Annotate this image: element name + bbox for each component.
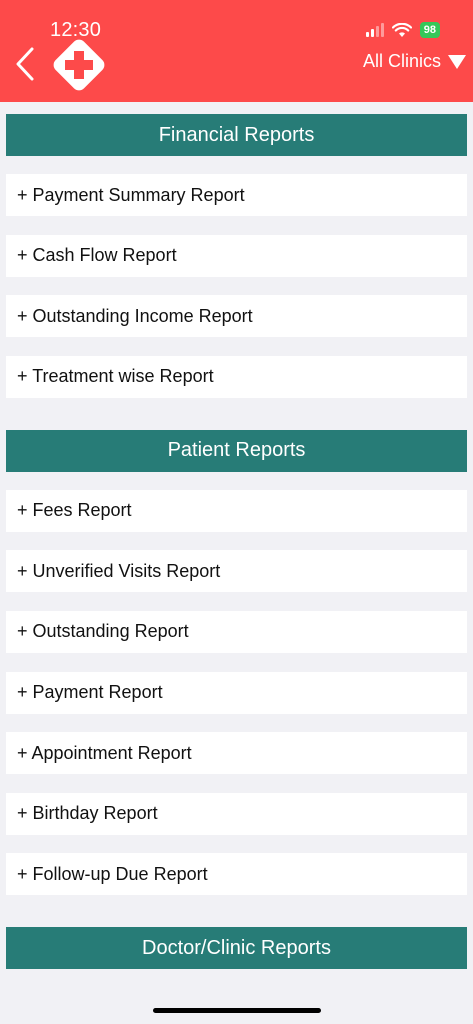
reports-screen: 12:30 98 All Clinics Financial Reports +…	[0, 0, 473, 1024]
home-indicator[interactable]	[153, 1008, 321, 1013]
report-item-outstanding-income[interactable]: + Outstanding Income Report	[6, 295, 467, 338]
report-item-fees[interactable]: + Fees Report	[6, 489, 467, 532]
report-item-unverified-visits[interactable]: + Unverified Visits Report	[6, 550, 467, 593]
section-header-financial[interactable]: Financial Reports	[6, 114, 467, 156]
section-header-patient[interactable]: Patient Reports	[6, 429, 467, 472]
section-divider	[6, 895, 467, 927]
status-indicators: 98	[365, 22, 440, 38]
report-item-follow-up-due[interactable]: + Follow-up Due Report	[6, 853, 467, 896]
report-item-cash-flow[interactable]: + Cash Flow Report	[6, 234, 467, 277]
clinic-selector-dropdown[interactable]: All Clinics	[363, 51, 467, 72]
back-chevron-icon[interactable]	[10, 44, 40, 84]
report-item-payment-summary[interactable]: + Payment Summary Report	[6, 174, 467, 216]
battery-indicator: 98	[419, 22, 440, 38]
report-item-outstanding[interactable]: + Outstanding Report	[6, 610, 467, 653]
section-divider	[6, 398, 467, 430]
report-item-payment[interactable]: + Payment Report	[6, 671, 467, 714]
clinic-selector-label: All Clinics	[362, 51, 441, 71]
report-item-appointment[interactable]: + Appointment Report	[6, 732, 467, 775]
cellular-signal-icon	[365, 23, 384, 37]
report-item-treatment-wise[interactable]: + Treatment wise Report	[6, 355, 467, 398]
section-header-doctor-clinic[interactable]: Doctor/Clinic Reports	[6, 927, 467, 970]
report-item-birthday[interactable]: + Birthday Report	[6, 792, 467, 835]
reports-list: Financial Reports + Payment Summary Repo…	[6, 114, 467, 970]
clinic-logo-icon	[53, 39, 105, 91]
caret-down-icon	[448, 54, 466, 69]
wifi-icon	[391, 22, 412, 37]
app-header: 12:30 98 All Clinics	[0, 0, 473, 102]
